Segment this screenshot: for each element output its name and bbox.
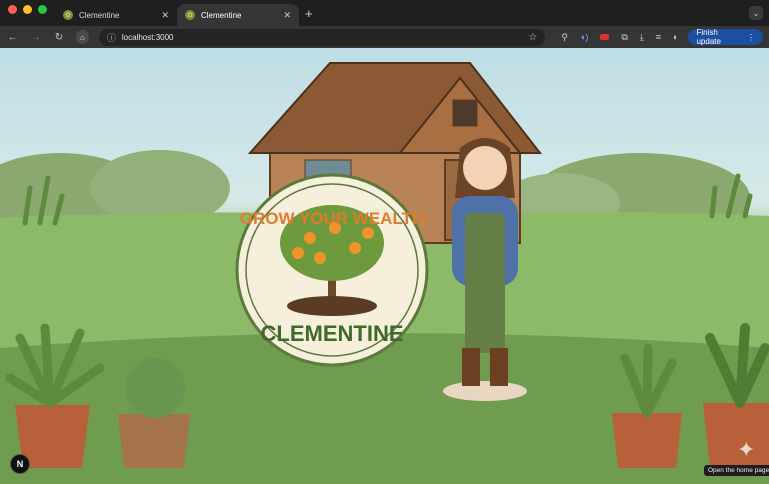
reload-icon[interactable]: ↻	[52, 32, 65, 43]
new-tab-button[interactable]: +	[299, 6, 319, 26]
url-text[interactable]: localhost:3000	[122, 33, 522, 42]
logo-bottom-text: CLEMENTINE	[261, 321, 404, 346]
address-bar[interactable]: ⓘ localhost:3000 ☆	[98, 28, 546, 46]
home-icon[interactable]: ⌂	[75, 30, 89, 44]
window-controls	[0, 0, 55, 26]
tree-favicon-icon: ✿	[63, 10, 73, 20]
forward-arrow-icon[interactable]: →	[29, 32, 42, 43]
tab-label: Clementine	[79, 10, 120, 20]
finish-update-button[interactable]: Finish update ⋮	[688, 28, 764, 46]
finish-update-label: Finish update	[696, 28, 721, 46]
tree-favicon-icon: ✿	[185, 10, 195, 20]
page-viewport: GROW YOUR WEALTH CLEMENTINE	[0, 48, 769, 484]
tab-search-icon[interactable]: ≡	[656, 32, 661, 42]
toolbar-icons: ⚲ ◖) ⧉ ⤓ ≡ ◐	[561, 32, 678, 43]
tab-clementine-2[interactable]: ✿ Clementine ✕	[177, 4, 299, 26]
extension-icon[interactable]: ⚲	[561, 32, 568, 43]
maximize-window-button[interactable]	[38, 4, 47, 14]
logo-top-text: GROW YOUR WEALTH	[240, 209, 424, 228]
tab-label: Clementine	[201, 10, 242, 20]
home-tooltip: Open the home page	[704, 465, 769, 476]
close-tab-icon[interactable]: ✕	[161, 10, 169, 21]
download-icon[interactable]: ⤓	[640, 32, 644, 43]
site-info-icon[interactable]: ⓘ	[107, 31, 116, 44]
tab-list-chevron-icon[interactable]: ⌄	[749, 6, 763, 20]
audio-extension-icon[interactable]: ◖)	[580, 32, 588, 42]
tab-clementine-1[interactable]: ✿ Clementine ✕	[55, 4, 177, 26]
kebab-menu-icon[interactable]: ⋮	[747, 33, 755, 42]
back-arrow-icon[interactable]: ←	[6, 32, 19, 43]
browser-toolbar: ← → ↻ ⌂ ⓘ localhost:3000 ☆ ⚲ ◖) ⧉ ⤓ ≡ ◐ …	[0, 26, 769, 48]
profile-icon[interactable]: ◐	[673, 32, 678, 42]
puzzle-icon[interactable]: ⧉	[621, 32, 627, 43]
close-tab-icon[interactable]: ✕	[283, 10, 291, 21]
star-icon[interactable]: ☆	[528, 32, 537, 43]
red-extension-icon[interactable]	[600, 34, 610, 40]
garden-scene-illustration: GROW YOUR WEALTH CLEMENTINE	[0, 62, 769, 484]
close-window-button[interactable]	[8, 4, 17, 14]
tab-strip: ✿ Clementine ✕ ✿ Clementine ✕ + ⌄	[0, 0, 769, 26]
nextjs-dev-badge[interactable]: N	[10, 454, 30, 474]
minimize-window-button[interactable]	[23, 4, 32, 14]
sparkle-icon[interactable]: ✦	[737, 437, 755, 463]
